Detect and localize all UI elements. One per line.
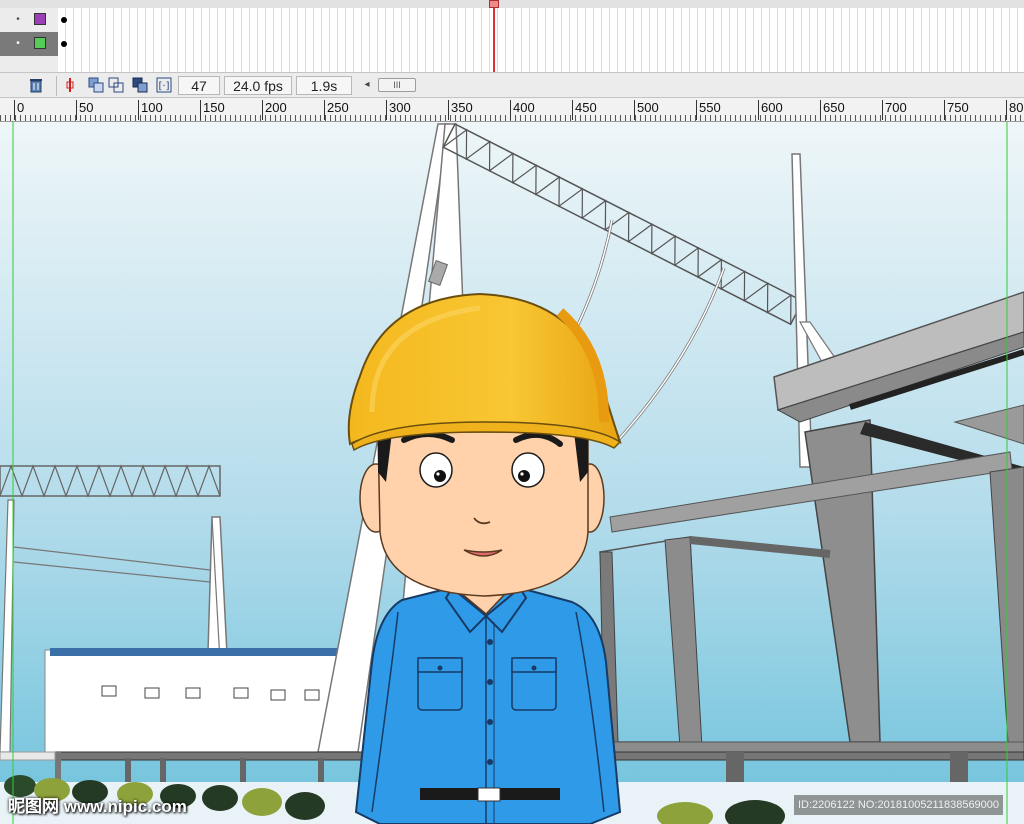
ruler-label: 300 xyxy=(389,100,411,115)
ruler-major-tick xyxy=(634,100,635,120)
layer-frames[interactable] xyxy=(58,8,1024,33)
worker-character xyxy=(347,292,622,824)
flash-editor: • • [·] 47 24.0 fps 1.9s ◂ III 0 50 100 … xyxy=(0,0,1024,824)
ruler-major-tick xyxy=(76,100,77,120)
ruler-label: 0 xyxy=(17,100,25,115)
onion-skin-outlines-icon[interactable] xyxy=(108,77,124,93)
ruler-label: 650 xyxy=(823,100,845,115)
center-frame-icon[interactable] xyxy=(62,77,78,93)
watermark-site: 昵图网 www.nipic.com xyxy=(8,797,187,816)
elapsed-time-field: 1.9s xyxy=(296,76,352,95)
ruler-label: 80 xyxy=(1009,100,1024,115)
layer-frames[interactable] xyxy=(58,56,1024,73)
ruler-minor-ticks xyxy=(0,115,1024,121)
timeline-statusbar: [·] 47 24.0 fps 1.9s ◂ III xyxy=(0,72,1024,98)
current-frame-field[interactable]: 47 xyxy=(178,76,220,95)
ruler-major-tick xyxy=(882,100,883,120)
divider xyxy=(56,76,57,96)
ruler-label: 200 xyxy=(265,100,287,115)
ruler-major-tick xyxy=(944,100,945,120)
ruler-major-tick xyxy=(820,100,821,120)
keyframe-icon[interactable] xyxy=(61,41,67,47)
horizontal-scroll-thumb[interactable]: III xyxy=(378,78,416,92)
ruler-label: 500 xyxy=(637,100,659,115)
ruler-major-tick xyxy=(696,100,697,120)
playhead[interactable] xyxy=(493,0,495,72)
ruler-label: 50 xyxy=(79,100,94,115)
ruler-major-tick xyxy=(386,100,387,120)
ruler-major-tick xyxy=(448,100,449,120)
ruler-label: 150 xyxy=(203,100,225,115)
playhead-handle[interactable] xyxy=(489,0,499,8)
layer-name-cell[interactable]: • xyxy=(0,8,58,33)
ruler-major-tick xyxy=(758,100,759,120)
ruler-major-tick xyxy=(1006,100,1007,120)
frame-rate-field[interactable]: 24.0 fps xyxy=(224,76,292,95)
layer-frames[interactable] xyxy=(58,32,1024,57)
horizontal-ruler: 0 50 100 150 200 250 300 350 400 450 500 550 600 650 7… xyxy=(0,98,1024,122)
modify-onion-markers-icon[interactable]: [·] xyxy=(156,77,172,93)
timeline-panel: • • xyxy=(0,0,1024,73)
ruler-major-tick xyxy=(324,100,325,120)
visibility-dot-icon[interactable]: • xyxy=(14,15,22,25)
ruler-label: 250 xyxy=(327,100,349,115)
ruler-major-tick xyxy=(14,100,15,120)
layer-row-empty[interactable] xyxy=(0,56,1024,73)
layer-name-cell[interactable]: • xyxy=(0,32,58,57)
svg-text:[·]: [·] xyxy=(159,81,170,92)
edit-multiple-frames-icon[interactable] xyxy=(132,77,148,93)
stage-canvas[interactable] xyxy=(0,122,1024,824)
ruler-major-tick xyxy=(262,100,263,120)
ruler-label: 350 xyxy=(451,100,473,115)
layer-color-swatch[interactable] xyxy=(34,37,46,49)
ruler-major-tick xyxy=(572,100,573,120)
layer-color-swatch[interactable] xyxy=(34,13,46,25)
scroll-left-arrow-icon[interactable]: ◂ xyxy=(360,77,374,93)
ruler-label: 400 xyxy=(513,100,535,115)
ruler-label: 100 xyxy=(141,100,163,115)
onion-skin-icon[interactable] xyxy=(88,77,104,93)
keyframe-icon[interactable] xyxy=(61,17,67,23)
ruler-label: 700 xyxy=(885,100,907,115)
layer-row-selected[interactable]: • xyxy=(0,32,1024,57)
layer-name-cell[interactable] xyxy=(0,56,58,73)
stage-artwork xyxy=(0,122,1024,824)
ruler-label: 600 xyxy=(761,100,783,115)
ruler-major-tick xyxy=(200,100,201,120)
ruler-label: 550 xyxy=(699,100,721,115)
visibility-dot-icon[interactable]: • xyxy=(14,39,22,49)
watermark-id: ID:2206122 NO:20181005211838569000 xyxy=(794,795,1004,815)
trash-icon[interactable] xyxy=(28,77,44,93)
ruler-major-tick xyxy=(138,100,139,120)
ruler-major-tick xyxy=(510,100,511,120)
ruler-label: 750 xyxy=(947,100,969,115)
ruler-label: 450 xyxy=(575,100,597,115)
layer-row[interactable]: • xyxy=(0,8,1024,33)
